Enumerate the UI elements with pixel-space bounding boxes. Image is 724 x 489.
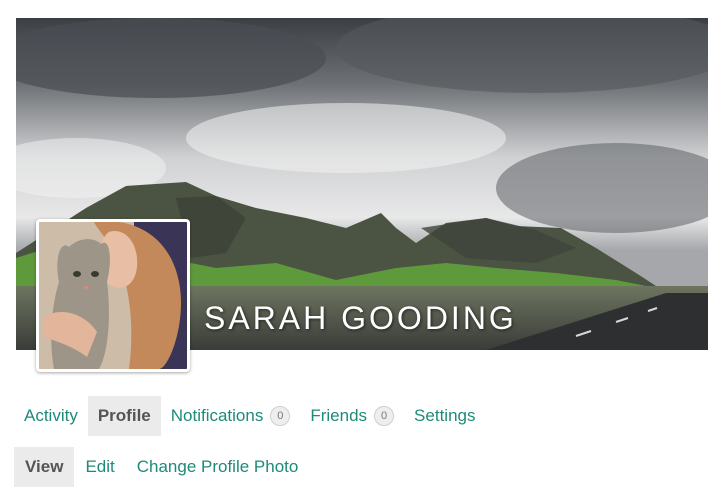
tab-friends[interactable]: Friends 0 [300, 396, 404, 436]
subtab-change-profile-photo-label: Change Profile Photo [136, 457, 299, 476]
tab-settings-label: Settings [414, 406, 476, 425]
tab-notifications[interactable]: Notifications 0 [161, 396, 301, 436]
profile-nav-tabs: Activity Profile Notifications 0 Friends… [14, 396, 485, 436]
tab-activity[interactable]: Activity [14, 396, 88, 436]
subtab-edit[interactable]: Edit [74, 447, 125, 487]
subtab-view-label: View [25, 457, 64, 476]
avatar-photo-image [39, 222, 187, 369]
profile-subnav-tabs: View Edit Change Profile Photo [14, 447, 309, 487]
tab-profile-label: Profile [97, 406, 151, 425]
tab-settings[interactable]: Settings [404, 396, 485, 436]
subtab-change-profile-photo[interactable]: Change Profile Photo [126, 447, 310, 487]
tab-notifications-label: Notifications [170, 406, 264, 425]
tab-activity-label: Activity [24, 406, 78, 425]
profile-name: SARAH GOODING [204, 300, 517, 336]
notifications-count-badge: 0 [270, 406, 291, 426]
subtab-view[interactable]: View [14, 447, 75, 487]
tab-profile[interactable]: Profile [87, 396, 161, 436]
avatar[interactable] [36, 219, 190, 372]
friends-count-badge: 0 [374, 406, 395, 426]
subtab-edit-label: Edit [85, 457, 115, 476]
tab-friends-label: Friends [310, 406, 368, 425]
